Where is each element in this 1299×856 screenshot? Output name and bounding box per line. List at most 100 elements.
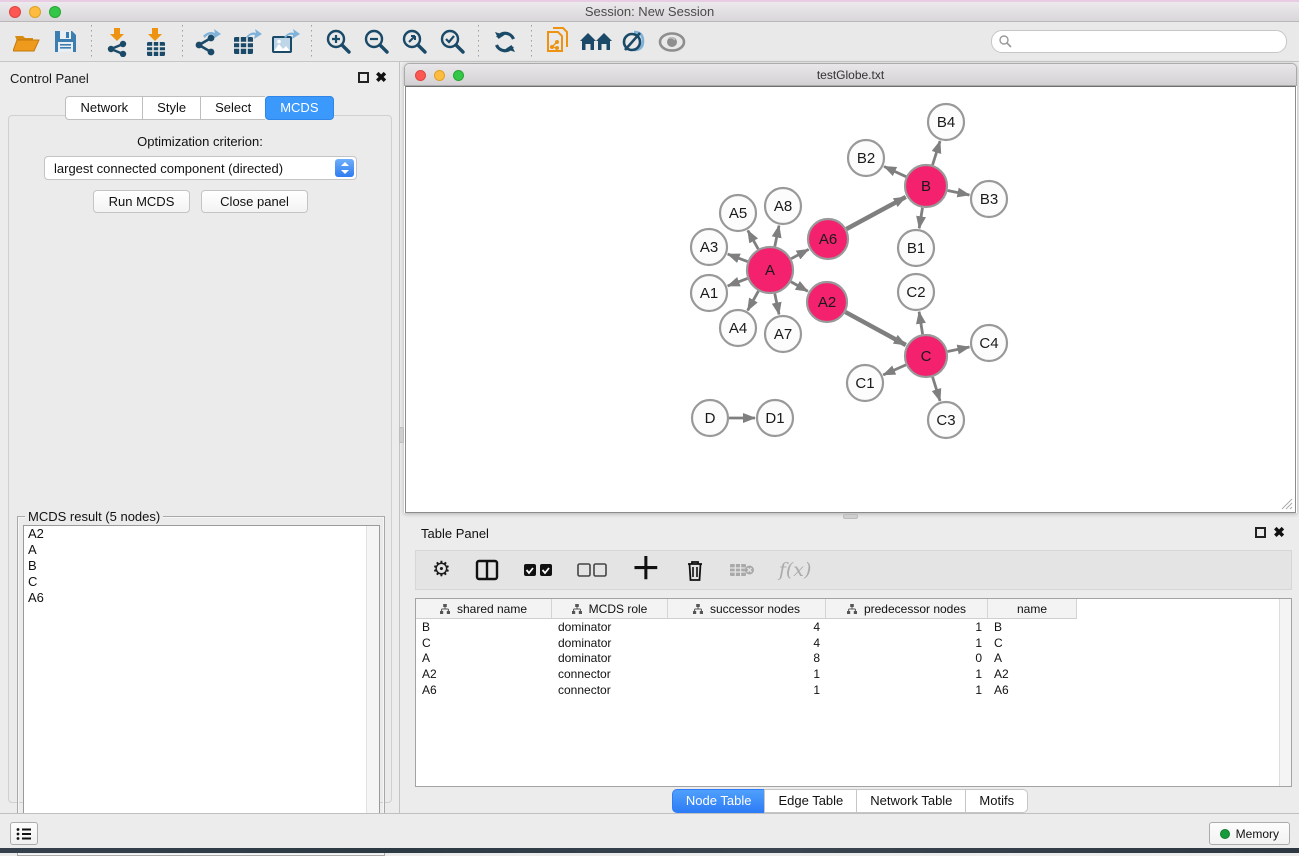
delete-column-button[interactable] (685, 555, 705, 585)
table-cell[interactable]: 0 (826, 651, 988, 665)
delete-table-button[interactable] (729, 555, 755, 585)
clone-network-button[interactable] (539, 26, 577, 58)
table-cell[interactable]: B (988, 620, 1077, 634)
table-cell[interactable]: 1 (826, 683, 988, 697)
zoom-fit-button[interactable] (395, 26, 433, 58)
deselect-all-rows-button[interactable] (577, 555, 607, 585)
graph-edge-B-B3[interactable] (948, 190, 970, 195)
table-row[interactable]: A2connector11A2 (416, 666, 1291, 682)
table-scrollbar[interactable] (1279, 599, 1291, 786)
node-table[interactable]: shared nameMCDS rolesuccessor nodesprede… (415, 598, 1292, 787)
zoom-selected-button[interactable] (433, 26, 471, 58)
graph-edge-B-B2[interactable] (884, 166, 906, 176)
table-cell[interactable]: A (988, 651, 1077, 665)
table-cell[interactable]: dominator (552, 651, 668, 665)
graph-edge-C-C2[interactable] (919, 312, 923, 335)
graph-edge-A-A7[interactable] (775, 294, 779, 315)
tab-motifs[interactable]: Motifs (965, 789, 1028, 813)
table-row[interactable]: Cdominator41C (416, 635, 1291, 651)
close-panel-button[interactable]: Close panel (201, 190, 308, 213)
column-header-successor-nodes[interactable]: successor nodes (668, 599, 826, 619)
column-header-predecessor-nodes[interactable]: predecessor nodes (826, 599, 988, 619)
table-cell[interactable]: B (416, 620, 552, 634)
table-cell[interactable]: C (416, 636, 552, 650)
window-resize-grip[interactable] (1281, 498, 1293, 510)
tab-node-table[interactable]: Node Table (672, 789, 765, 813)
table-cell[interactable]: A2 (416, 667, 552, 681)
import-table-button[interactable] (137, 26, 175, 58)
graph-edge-B-B1[interactable] (919, 208, 922, 229)
graph-edge-A-A4[interactable] (748, 291, 759, 310)
table-cell[interactable]: 1 (826, 620, 988, 634)
table-cell[interactable]: A (416, 651, 552, 665)
horizontal-splitter-grip[interactable] (843, 514, 858, 519)
zoom-out-button[interactable] (357, 26, 395, 58)
table-cell[interactable]: 1 (826, 667, 988, 681)
table-cell[interactable]: 1 (668, 667, 826, 681)
column-header-name[interactable]: name (988, 599, 1077, 619)
table-cell[interactable]: dominator (552, 636, 668, 650)
tab-edge-table[interactable]: Edge Table (764, 789, 856, 813)
save-session-button[interactable] (46, 26, 84, 58)
label-visibility-toggle-button[interactable] (615, 26, 653, 58)
task-history-button[interactable] (10, 822, 38, 845)
graph-edge-A-A3[interactable] (728, 254, 748, 261)
table-cell[interactable]: 4 (668, 620, 826, 634)
tab-select[interactable]: Select (200, 96, 265, 120)
import-network-button[interactable] (99, 26, 137, 58)
export-network-button[interactable] (190, 26, 228, 58)
float-panel-icon[interactable] (358, 72, 369, 83)
table-cell[interactable]: C (988, 636, 1077, 650)
table-cell[interactable]: dominator (552, 620, 668, 634)
graph-edge-C-C1[interactable] (883, 365, 906, 375)
column-header-shared-name[interactable]: shared name (416, 599, 552, 619)
tab-style[interactable]: Style (142, 96, 200, 120)
table-cell[interactable]: 1 (826, 636, 988, 650)
export-table-button[interactable] (228, 26, 266, 58)
float-table-panel-icon[interactable] (1255, 527, 1266, 538)
network-canvas[interactable]: AA1A2A3A4A5A6A7A8BB1B2B3B4CC1C2C3C4DD1 (405, 86, 1296, 513)
close-panel-icon[interactable]: ✖ (375, 69, 387, 85)
table-cell[interactable]: A6 (416, 683, 552, 697)
table-cell[interactable]: 8 (668, 651, 826, 665)
refresh-view-button[interactable] (486, 26, 524, 58)
result-list-item[interactable]: B (24, 558, 379, 574)
tab-mcds[interactable]: MCDS (265, 96, 333, 120)
graph-edge-A6-B[interactable] (846, 197, 905, 229)
open-file-button[interactable] (8, 26, 46, 58)
table-cell[interactable]: 1 (668, 683, 826, 697)
result-list-scrollbar[interactable] (366, 526, 379, 849)
export-image-button[interactable] (266, 26, 304, 58)
graph-edge-A-A1[interactable] (728, 278, 748, 285)
close-table-panel-icon[interactable]: ✖ (1273, 524, 1285, 540)
table-settings-button[interactable]: ⚙ (432, 555, 451, 585)
search-input[interactable] (991, 30, 1287, 53)
graph-edge-B-B4[interactable] (933, 141, 940, 165)
graph-edge-A-A6[interactable] (791, 249, 808, 258)
graph-edge-A-A2[interactable] (791, 282, 808, 291)
result-list-item[interactable]: C (24, 574, 379, 590)
column-header-MCDS-role[interactable]: MCDS role (552, 599, 668, 619)
table-cell[interactable]: connector (552, 683, 668, 697)
table-cell[interactable]: A2 (988, 667, 1077, 681)
table-row[interactable]: Bdominator41B (416, 619, 1291, 635)
network-window-titlebar[interactable]: testGlobe.txt (404, 63, 1297, 86)
criterion-select[interactable]: largest connected component (directed) (44, 156, 357, 180)
run-mcds-button[interactable]: Run MCDS (93, 190, 190, 213)
graph-edge-A-A5[interactable] (748, 230, 758, 249)
home-view-button[interactable] (577, 26, 615, 58)
select-all-rows-button[interactable] (523, 555, 553, 585)
function-builder-button[interactable]: f(x) (779, 555, 812, 585)
graph-edge-C-C3[interactable] (933, 377, 940, 401)
tab-network-table[interactable]: Network Table (856, 789, 965, 813)
visibility-toggle-button[interactable] (653, 26, 691, 58)
table-cell[interactable]: connector (552, 667, 668, 681)
tab-network[interactable]: Network (65, 96, 142, 120)
table-row[interactable]: Adominator80A (416, 651, 1291, 667)
result-list-item[interactable]: A2 (24, 526, 379, 542)
graph-edge-A-A8[interactable] (775, 226, 779, 247)
graph-edge-C-C4[interactable] (948, 347, 970, 352)
memory-button[interactable]: Memory (1209, 822, 1290, 845)
graph-edge-A2-C[interactable] (845, 312, 905, 345)
vertical-splitter-grip[interactable] (399, 427, 404, 443)
